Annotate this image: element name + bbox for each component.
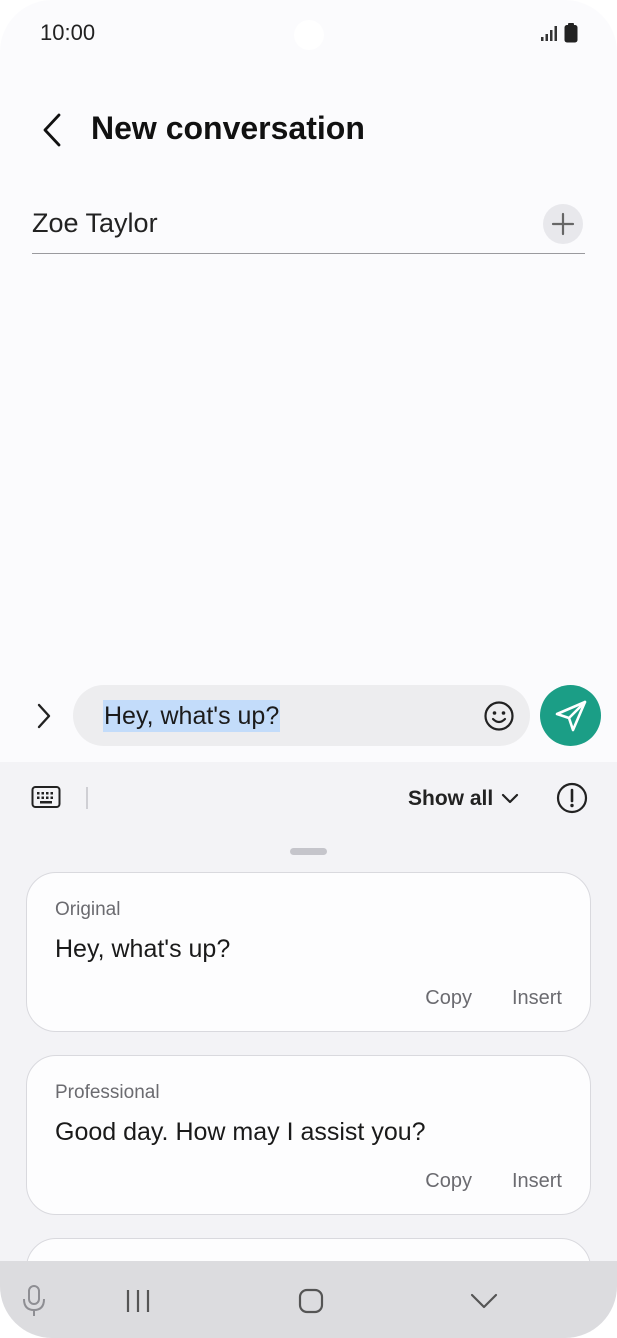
show-all-button[interactable]: Show all (408, 784, 519, 814)
card-label: Original (55, 899, 121, 920)
status-bar: 10:00 (0, 0, 617, 70)
emoji-button[interactable] (482, 699, 516, 733)
chevron-down-icon (502, 793, 519, 804)
message-text-selected[interactable]: Hey, what's up? (103, 700, 281, 732)
copy-button[interactable]: Copy (425, 987, 472, 1010)
writing-assist-panel: Show all Original Hey, what's up? Copy I… (0, 762, 617, 1338)
copy-button[interactable]: Copy (425, 1170, 472, 1193)
add-recipient-button[interactable] (543, 204, 583, 244)
phone-screen: 10:00 New conversation Zoe Taylor Hey, w… (0, 0, 617, 1338)
exclamation-circle-icon (556, 782, 588, 814)
navigation-bar (0, 1261, 617, 1338)
card-actions: Copy Insert (425, 987, 562, 1010)
back-button[interactable] (28, 106, 76, 154)
hide-keyboard-button[interactable] (464, 1281, 504, 1321)
send-button[interactable] (540, 685, 601, 746)
battery-icon (564, 23, 578, 43)
keyboard-button[interactable] (28, 782, 64, 812)
chevron-left-icon (43, 113, 61, 147)
recent-apps-button[interactable] (118, 1281, 158, 1321)
home-button[interactable] (291, 1281, 331, 1321)
camera-cutout (294, 20, 324, 50)
home-icon (298, 1288, 324, 1314)
card-actions: Copy Insert (425, 1170, 562, 1193)
microphone-icon (23, 1285, 45, 1316)
info-button[interactable] (555, 781, 589, 815)
card-text: Good day. How may I assist you? (55, 1118, 426, 1146)
insert-button[interactable]: Insert (512, 987, 562, 1010)
recipient-name: Zoe Taylor (32, 208, 158, 238)
suggestion-card-original[interactable]: Original Hey, what's up? Copy Insert (26, 872, 591, 1032)
message-input[interactable]: Hey, what's up? (73, 685, 530, 746)
plus-icon (551, 212, 575, 236)
toolbar-divider (86, 787, 88, 809)
voice-input-button[interactable] (14, 1281, 54, 1321)
keyboard-icon (31, 786, 61, 808)
insert-button[interactable]: Insert (512, 1170, 562, 1193)
page-title: New conversation (91, 110, 365, 146)
chevron-right-icon (37, 703, 51, 729)
suggestion-card-professional[interactable]: Professional Good day. How may I assist … (26, 1055, 591, 1215)
show-all-label: Show all (408, 787, 494, 810)
recipient-field[interactable]: Zoe Taylor (32, 198, 585, 254)
card-text: Hey, what's up? (55, 935, 231, 963)
expand-options-button[interactable] (24, 696, 64, 736)
send-icon (555, 700, 586, 731)
recent-apps-icon (126, 1290, 150, 1312)
hide-keyboard-icon (470, 1293, 498, 1309)
status-time: 10:00 (40, 20, 96, 45)
smiley-icon (484, 701, 514, 731)
signal-icon (541, 26, 557, 41)
drag-handle[interactable] (290, 848, 327, 855)
card-label: Professional (55, 1082, 160, 1103)
